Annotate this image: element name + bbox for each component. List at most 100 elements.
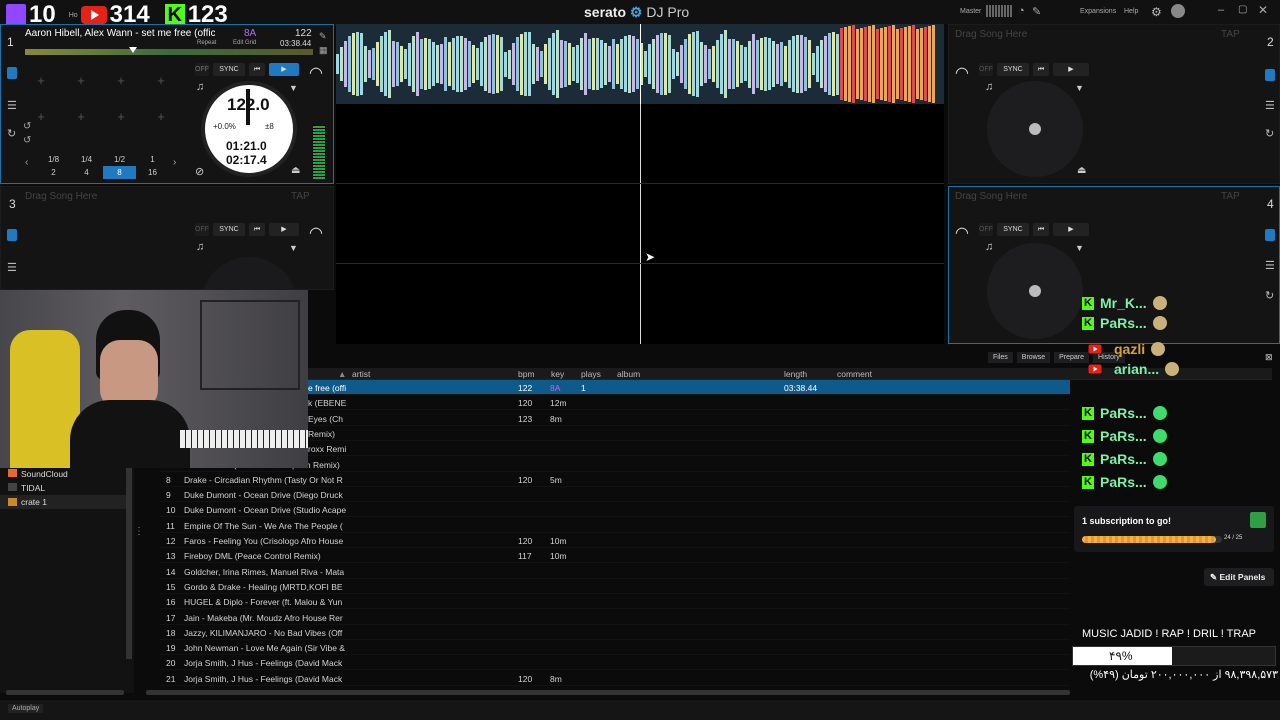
table-row[interactable]: 8 Drake - Circadian Rhythm (Tasty Or Not … (160, 472, 1070, 487)
pitch-mode-icon[interactable]: ▼ (1075, 83, 1084, 93)
sync-off-button[interactable]: OFF (195, 223, 209, 236)
mic-icon[interactable]: ✎ (1032, 5, 1041, 18)
jog-mode-icon[interactable]: ◠ (955, 223, 969, 243)
col-key[interactable]: key (551, 369, 564, 379)
keylock-icon[interactable]: ♫ (985, 241, 993, 253)
minimize-icon[interactable]: – (1218, 4, 1224, 16)
tap-button[interactable]: TAP (1221, 29, 1240, 40)
cue-icon[interactable]: ⏮ (249, 63, 265, 76)
loop-size-selected[interactable]: 8 (103, 166, 136, 179)
cue-icon[interactable]: ⏮ (249, 223, 265, 236)
table-row[interactable]: 15 Gordo & Drake - Healing (MRTD,KOFI BE (160, 579, 1070, 594)
sidebar-item-crate-1[interactable]: crate 1 (0, 495, 126, 509)
sort-arrow-icon[interactable]: ▲ (338, 369, 346, 379)
platter[interactable] (987, 243, 1083, 339)
loop-size[interactable]: 16 (136, 166, 169, 179)
edit-grid-button[interactable]: Edit Grid (233, 40, 256, 46)
loop-size[interactable]: 2 (37, 166, 70, 179)
autoplay-button[interactable]: Autoplay (8, 704, 44, 713)
col-artist[interactable]: artist (352, 369, 370, 379)
col-comment[interactable]: comment (837, 369, 872, 379)
hotcue-mode-icon[interactable] (7, 229, 17, 241)
list-icon[interactable]: ☰ (7, 261, 17, 274)
cue-icon[interactable]: ⏮ (1033, 223, 1049, 236)
cue-pad[interactable] (1141, 63, 1181, 99)
sync-off-button[interactable]: OFF (979, 63, 993, 76)
grid-icon[interactable]: ▦ (319, 45, 328, 56)
loop-in-icon[interactable]: ↺ (23, 121, 31, 132)
pitch-mode-icon[interactable]: ▼ (289, 243, 298, 253)
sync-button[interactable]: SYNC (997, 223, 1029, 236)
eject-icon[interactable]: ⏏ (291, 165, 300, 176)
sidebar-item-tidal[interactable]: TIDAL (21, 483, 45, 493)
sync-button[interactable]: SYNC (997, 63, 1029, 76)
cue-pad[interactable]: + (141, 99, 181, 135)
cue-pad[interactable]: + (141, 63, 181, 99)
table-row[interactable]: 9 Duke Dumont - Ocean Drive (Diego Druck (160, 487, 1070, 503)
gear-icon[interactable]: ⚙ (1151, 5, 1162, 19)
keylock-icon[interactable]: ♫ (196, 241, 204, 253)
keylock-icon[interactable]: ♫ (985, 81, 993, 93)
cue-pad[interactable]: + (61, 99, 101, 135)
hotcue-mode-icon[interactable] (7, 67, 17, 79)
loop-icon[interactable]: ↻ (7, 127, 16, 140)
pitch-mode-icon[interactable]: ▼ (289, 83, 298, 93)
loop-size[interactable]: 1 (136, 153, 169, 166)
sync-off-button[interactable]: OFF (195, 63, 209, 76)
table-row[interactable]: 21 Jorja Smith, J Hus - Feelings (David M… (160, 671, 1070, 686)
track-overview[interactable] (25, 49, 313, 55)
col-album[interactable]: album (617, 369, 640, 379)
loop-double-icon[interactable]: › (173, 157, 176, 168)
list-icon[interactable]: ☰ (1265, 99, 1275, 112)
play-icon[interactable]: ▶ (269, 223, 299, 236)
volume-icon[interactable]: ◔ (1018, 5, 1025, 17)
tab-browse[interactable]: Browse (1016, 352, 1051, 363)
loop-icon[interactable]: ↻ (1265, 289, 1274, 302)
cue-icon[interactable]: ⏮ (1033, 63, 1049, 76)
table-row[interactable]: 10 Duke Dumont - Ocean Drive (Studio Acap… (160, 502, 1070, 518)
repeat-button[interactable]: Repeat (197, 40, 216, 46)
sync-button[interactable]: SYNC (213, 63, 245, 76)
sync-button[interactable]: SYNC (213, 223, 245, 236)
loop-size[interactable]: 1/8 (37, 153, 70, 166)
loop-size[interactable]: 1/2 (103, 153, 136, 166)
jog-mode-icon[interactable]: ◠ (955, 63, 969, 83)
play-icon[interactable]: ▶ (1053, 63, 1089, 76)
table-row[interactable]: 14 Goldcher, Irina Rimes, Manuel Riva - M… (160, 564, 1070, 579)
table-row[interactable]: 13 Fireboy DML (Peace Control Remix) 117 10… (160, 548, 1070, 564)
avatar[interactable] (1171, 4, 1185, 18)
tracks-hscrollbar[interactable] (146, 690, 1070, 695)
platter[interactable] (987, 81, 1083, 177)
sidebar-item-soundcloud[interactable]: SoundCloud (21, 469, 68, 479)
loop-out-icon[interactable]: ↺ (23, 135, 31, 146)
keylock-icon[interactable]: ♫ (196, 81, 204, 93)
loop-half-icon[interactable]: ‹ (25, 157, 28, 168)
cue-pad[interactable] (1181, 63, 1221, 99)
hotcue-mode-icon[interactable] (1265, 69, 1275, 81)
table-row[interactable]: 16 HUGEL & Diplo - Forever (ft. Malou & Y… (160, 594, 1070, 610)
censor-icon[interactable]: ⊘ (195, 165, 204, 178)
waveform-main[interactable]: ➤ (336, 104, 944, 344)
browser-close-icon[interactable]: ⊠ (1265, 352, 1273, 363)
sync-off-button[interactable]: OFF (979, 223, 993, 236)
eject-icon[interactable]: ⏏ (1077, 165, 1086, 176)
table-row[interactable]: 12 Faros - Feeling You (Crisologo Afro Ho… (160, 533, 1070, 548)
table-row[interactable]: 17 Jain - Makeba (Mr. Moudz Afro House Re… (160, 610, 1070, 625)
table-row[interactable]: 18 Jazzy, KILIMANJARO - No Bad Vibes (Off (160, 625, 1070, 640)
cue-pad[interactable]: + (21, 63, 61, 99)
col-length[interactable]: length (784, 369, 807, 379)
maximize-icon[interactable]: ▢ (1238, 4, 1247, 15)
table-row[interactable]: 20 Jorja Smith, J Hus - Feelings (David M… (160, 655, 1070, 671)
help-menu[interactable]: Help (1124, 8, 1138, 15)
col-bpm[interactable]: bpm (518, 369, 535, 379)
expansions-button[interactable]: Expansions (1080, 8, 1116, 15)
cue-pad[interactable] (1221, 63, 1261, 99)
list-icon[interactable]: ☰ (1265, 259, 1275, 272)
sidebar-hscrollbar[interactable] (6, 690, 124, 695)
table-row[interactable]: 19 John Newman - Love Me Again (Sir Vibe … (160, 640, 1070, 656)
platter[interactable]: 122.0 +0.0% ±8 01:21.0 02:17.4 (201, 81, 297, 177)
cue-pad[interactable]: + (101, 63, 141, 99)
cue-pad[interactable] (1101, 63, 1141, 99)
edit-icon[interactable]: ✎ (319, 31, 327, 42)
sidebar-scrollbar[interactable] (126, 463, 132, 659)
